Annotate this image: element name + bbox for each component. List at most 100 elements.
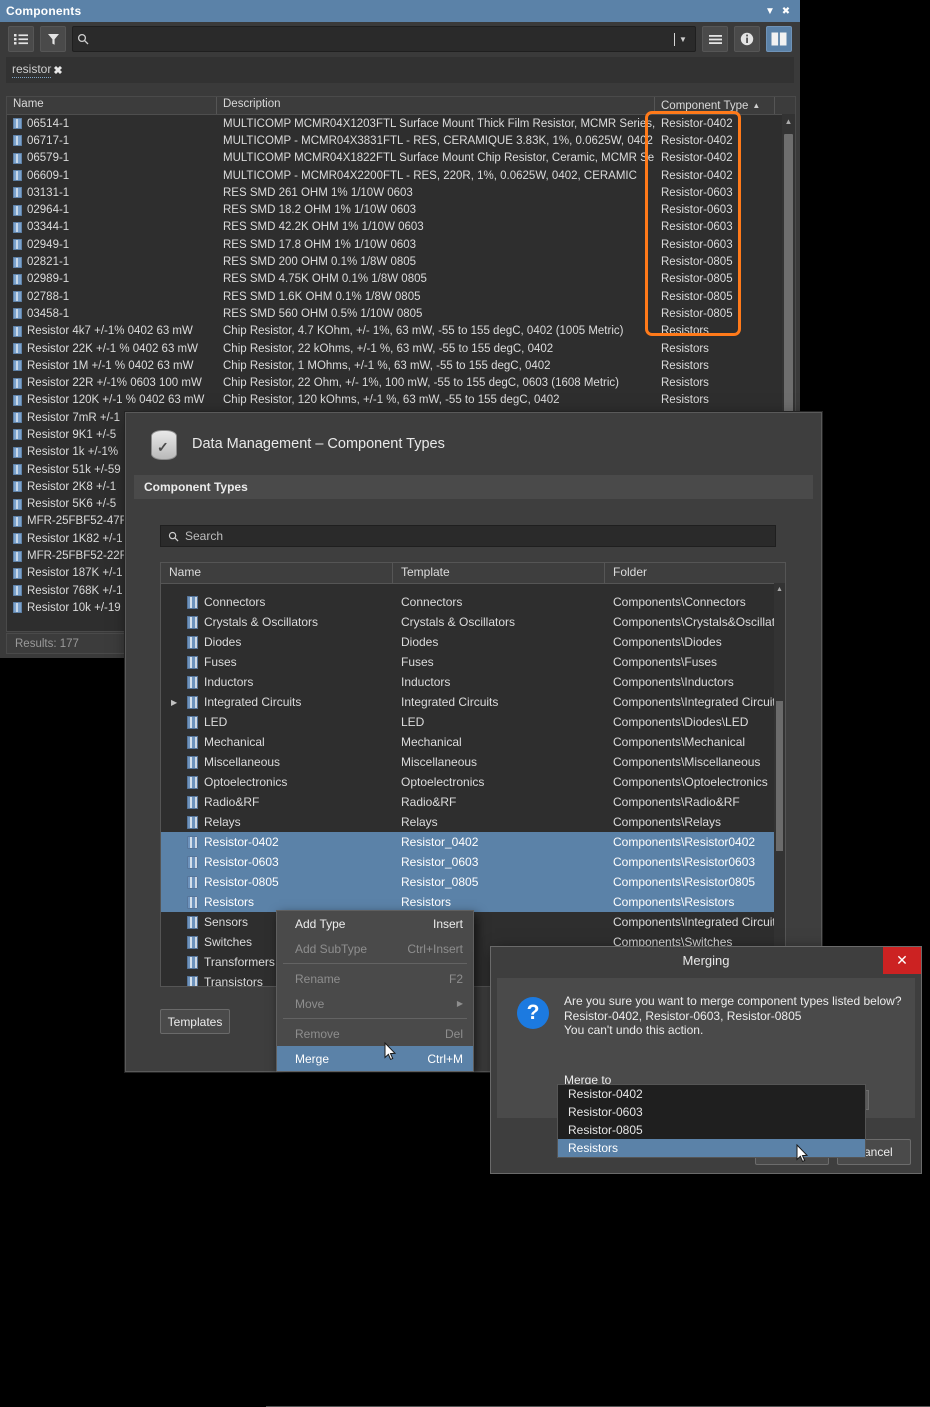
chevron-right-icon[interactable]: ▶ <box>171 698 181 707</box>
table-row[interactable]: Resistor 4k7 +/-1% 0402 63 mW Chip Resist… <box>7 323 795 340</box>
menu-item-move: Move ▶ <box>277 991 473 1016</box>
close-icon[interactable]: ✕ <box>883 947 921 974</box>
cell-name: Resistors <box>161 895 393 909</box>
table-row[interactable]: 03131-1 RES SMD 261 OHM 1% 1/10W 0603 Resi… <box>7 184 795 201</box>
tree-row[interactable]: Resistor-0805 Resistor_0805 Components\Res… <box>161 872 785 892</box>
table-row[interactable]: 02949-1 RES SMD 17.8 OHM 1% 1/10W 0603 Res… <box>7 236 795 253</box>
info-icon[interactable] <box>734 26 760 52</box>
tree-row[interactable]: Fuses Fuses Components\Fuses <box>161 652 785 672</box>
cell-name-label: Resistor 1K82 +/-1 <box>27 532 123 545</box>
column-header-name[interactable]: Name <box>161 563 393 583</box>
search-field[interactable]: ▼ <box>72 26 696 52</box>
tree-row[interactable]: Diodes Diodes Components\Diodes <box>161 632 785 652</box>
scrollbar-thumb[interactable] <box>784 134 793 434</box>
cell-name: Resistor 120K +/-1 % 0402 63 mW <box>7 394 217 406</box>
cell-component-type: Resistors <box>661 359 709 372</box>
tree-row[interactable]: Relays Relays Components\Relays <box>161 812 785 832</box>
table-row[interactable]: 02964-1 RES SMD 18.2 OHM 1% 1/10W 0603 Res… <box>7 201 795 218</box>
component-types-search-field[interactable]: Search <box>160 525 776 547</box>
cell-name-label: Resistor 2K8 +/-1 <box>27 480 117 493</box>
cell-component-type: Resistors <box>661 394 709 407</box>
cell-template: Crystals & Oscillators <box>401 615 516 629</box>
table-row[interactable]: 03344-1 RES SMD 42.2K OHM 1% 1/10W 0603 Re… <box>7 219 795 236</box>
tree-row[interactable]: Resistor-0402 Resistor_0402 Components\Res… <box>161 832 785 852</box>
tree-row[interactable]: Optoelectronics Optoelectronics Components… <box>161 772 785 792</box>
tree-vertical-scrollbar[interactable]: ▲ <box>774 583 785 986</box>
table-row[interactable]: Resistor 22R +/-1% 0603 100 mW Chip Resis… <box>7 374 795 391</box>
results-count: Results: 177 <box>15 637 79 650</box>
panel-dropdown-icon[interactable]: ▼ <box>762 3 778 19</box>
tree-row[interactable]: Mechanical Mechanical Components\Mechanica… <box>161 732 785 752</box>
templates-button[interactable]: Templates <box>160 1009 230 1034</box>
tree-row[interactable]: Crystals & Oscillators Crystals & Oscilla… <box>161 612 785 632</box>
table-row[interactable]: 02989-1 RES SMD 4.75K OHM 0.1% 1/8W 0805 R… <box>7 271 795 288</box>
cell-name-label: MFR-25FBF52-47F <box>27 515 127 528</box>
dropdown-option[interactable]: Resistor-0805 <box>558 1121 865 1139</box>
column-header-folder[interactable]: Folder <box>605 563 785 583</box>
tree-row[interactable]: Connectors Connectors Components\Connector… <box>161 592 785 612</box>
cell-name-label: Connectors <box>204 595 266 609</box>
close-icon[interactable]: ✖ <box>778 3 794 19</box>
hamburger-menu-icon[interactable] <box>702 26 728 52</box>
tree-row[interactable]: Inductors Inductors Components\Inductors <box>161 672 785 692</box>
dropdown-option[interactable]: Resistor-0603 <box>558 1103 865 1121</box>
cell-name: Resistor-0402 <box>161 835 393 849</box>
table-row[interactable]: 06609-1 MULTICOMP - MCMR04X2200FTL - RES,… <box>7 167 795 184</box>
tree-header-row: Name Template Folder <box>161 563 785 584</box>
split-panel-icon[interactable] <box>766 26 792 52</box>
scroll-up-icon[interactable]: ▲ <box>782 115 795 128</box>
menu-item-add-type[interactable]: Add Type Insert <box>277 911 473 936</box>
list-view-icon[interactable] <box>8 26 34 52</box>
cell-folder: Components\Integrated Circuits <box>613 695 782 709</box>
column-header-description[interactable]: Description <box>217 97 655 114</box>
tree-row[interactable]: LED LED Components\Diodes\LED <box>161 712 785 732</box>
cell-name-label: Resistor 5K6 +/-5 <box>27 498 117 511</box>
menu-item-merge[interactable]: Merge Ctrl+M <box>277 1046 473 1071</box>
component-type-icon <box>187 635 198 649</box>
section-header-component-types: Component Types <box>134 475 813 499</box>
cell-name-label: Miscellaneous <box>204 755 281 769</box>
table-row[interactable]: 06717-1 MULTICOMP - MCMR04X3831FTL - RES,… <box>7 132 795 149</box>
cell-name-label: Resistor 187K +/-1 <box>27 567 123 580</box>
component-icon <box>13 567 22 579</box>
table-row[interactable]: 03458-1 RES SMD 560 OHM 0.5% 1/10W 0805 Re… <box>7 305 795 322</box>
cell-name: 06579-1 <box>7 152 217 164</box>
table-row[interactable]: 02821-1 RES SMD 200 OHM 0.1% 1/8W 0805 Res… <box>7 253 795 270</box>
cell-name-label: Resistor 768K +/-1 <box>27 584 123 597</box>
scrollbar-thumb[interactable] <box>776 701 783 851</box>
tree-row[interactable]: Resistors Resistors Components\Resistors <box>161 892 785 912</box>
table-row[interactable]: 02788-1 RES SMD 1.6K OHM 0.1% 1/8W 0805 Re… <box>7 288 795 305</box>
table-row[interactable]: 06579-1 MULTICOMP MCMR04X1822FTL Surface … <box>7 150 795 167</box>
tree-row[interactable]: Radio&RF Radio&RF Components\Radio&RF <box>161 792 785 812</box>
table-row[interactable]: 06514-1 MULTICOMP MCMR04X1203FTL Surface … <box>7 115 795 132</box>
tree-row[interactable]: Resistor-0603 Resistor_0603 Components\Res… <box>161 852 785 872</box>
funnel-icon[interactable] <box>40 26 66 52</box>
tree-row[interactable]: Miscellaneous Miscellaneous Components\Mis… <box>161 752 785 772</box>
column-header-name[interactable]: Name <box>7 97 217 114</box>
dropdown-option[interactable]: Resistor-0402 <box>558 1085 865 1103</box>
dropdown-option[interactable]: Resistors <box>558 1139 865 1157</box>
table-row[interactable]: Resistor 120K +/-1 % 0402 63 mW Chip Resi… <box>7 392 795 409</box>
filter-tag-label[interactable]: resistor <box>12 62 52 78</box>
column-header-template[interactable]: Template <box>393 563 605 583</box>
table-row[interactable]: Resistor 22K +/-1 % 0402 63 mW Chip Resis… <box>7 340 795 357</box>
component-icon <box>13 273 22 285</box>
component-type-icon <box>187 595 198 609</box>
cell-name: Mechanical <box>161 735 393 749</box>
column-header-component-type[interactable]: Component Type ▲ <box>655 97 775 114</box>
cell-name: Crystals & Oscillators <box>161 615 393 629</box>
cell-name: Relays <box>161 815 393 829</box>
filter-tag-remove-icon[interactable]: ✖ <box>53 64 62 77</box>
cell-name-label: Inductors <box>204 675 254 689</box>
chevron-down-icon[interactable]: ▼ <box>675 28 691 50</box>
tree-row[interactable]: ▶ Integrated Circuits Integrated Circuits C… <box>161 692 785 712</box>
components-toolbar: ▼ <box>0 22 800 56</box>
cell-name: Inductors <box>161 675 393 689</box>
scroll-up-icon[interactable]: ▲ <box>774 584 785 595</box>
cell-component-type: Resistor-0805 <box>661 273 733 286</box>
cell-name-label: Resistor 10k +/-19 <box>27 601 121 614</box>
menu-item-accelerator: Ctrl+M <box>427 1051 463 1066</box>
cell-component-type: Resistor-0805 <box>661 307 733 320</box>
table-row[interactable]: Resistor 1M +/-1 % 0402 63 mW Chip Resist… <box>7 357 795 374</box>
database-check-icon: ✓ <box>148 428 178 460</box>
